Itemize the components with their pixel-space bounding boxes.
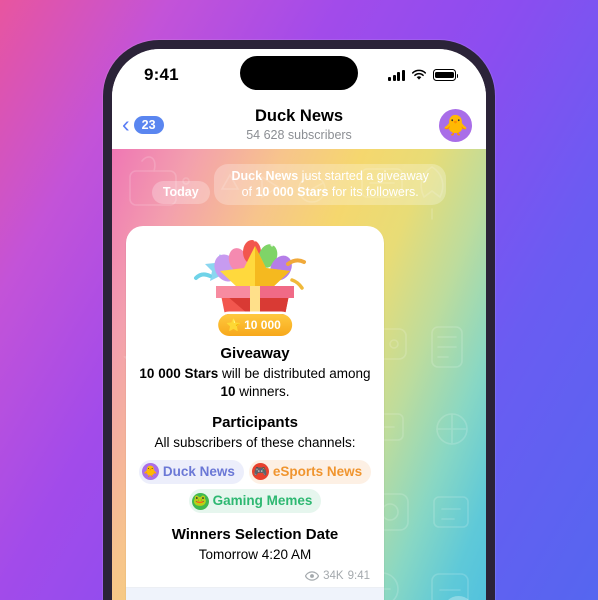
channel-pill[interactable]: 🐸 Gaming Memes	[188, 488, 322, 514]
channel-pill-label: eSports News	[272, 463, 363, 479]
giveaway-description: 10 000 Stars will be distributed among 1…	[139, 365, 371, 401]
chevron-left-icon: ‹	[122, 110, 130, 137]
chat-body: Today Duck News just started a giveaway …	[112, 149, 486, 600]
views-count: 34K	[323, 570, 344, 583]
duck-emoji-icon: 🐥	[443, 114, 468, 137]
sent-time: 9:41	[347, 570, 370, 583]
notice-amount: 10 000 Stars	[255, 184, 329, 199]
phone-screen: 9:41 ‹ 23 Duck News 54 628 subscribers 🐥	[112, 49, 486, 600]
learn-more-button[interactable]: LEARN MORE	[126, 587, 384, 600]
winners-section: Winners Selection Date Tomorrow 4:20 AM	[126, 526, 384, 564]
unread-badge: 23	[133, 116, 164, 134]
giveaway-desc-mid: will be distributed among	[218, 366, 371, 381]
channel-title: Duck News	[254, 106, 344, 125]
header-center: Duck News 54 628 subscribers	[112, 107, 486, 143]
channel-pill-label: Duck News	[162, 463, 235, 479]
channel-pill-list: 🐥 Duck News 🎮 eSports News 🐸 Gaming Memes	[126, 459, 384, 514]
winners-date: Tomorrow 4:20 AM	[198, 547, 312, 563]
wifi-icon	[411, 69, 427, 80]
back-button[interactable]: ‹ 23	[122, 110, 164, 137]
signal-bars-icon	[388, 69, 405, 81]
notice-suffix-text: for its followers.	[328, 184, 419, 199]
battery-icon	[433, 69, 459, 81]
service-message-stack: Today Duck News just started a giveaway …	[112, 149, 486, 206]
notice-channel-name: Duck News	[231, 169, 299, 183]
winners-title: Winners Selection Date	[171, 526, 339, 544]
stars-badge-amount: 10 000	[244, 318, 281, 332]
status-bar: 9:41	[112, 49, 486, 101]
channel-avatar-icon: 🐥	[141, 463, 159, 481]
chat-header: ‹ 23 Duck News 54 628 subscribers 🐥	[112, 101, 486, 149]
giveaway-message-bubble[interactable]: ⭐ 10 000 Giveaway 10 000 Stars will be d…	[126, 226, 384, 600]
channel-subtitle: 54 628 subscribers	[246, 127, 352, 142]
channel-pill[interactable]: 🐥 Duck News	[138, 459, 244, 484]
status-time: 9:41	[144, 65, 179, 84]
status-icons	[388, 69, 459, 81]
channel-pill-label: Gaming Memes	[212, 492, 313, 508]
channel-pill[interactable]: 🎮 eSports News	[248, 459, 372, 484]
date-label: Today	[151, 181, 210, 204]
dynamic-island	[240, 56, 358, 90]
message-meta: 34K 9:41	[126, 570, 384, 582]
avatar[interactable]: 🐥	[439, 108, 472, 142]
giveaway-winner-count: 10	[220, 384, 236, 400]
star-icon: ⭐	[226, 318, 242, 332]
eye-icon	[305, 571, 320, 582]
giveaway-details: Giveaway 10 000 Stars will be distribute…	[126, 345, 384, 453]
share-button[interactable]	[443, 596, 474, 600]
giveaway-amount: 10 000 Stars	[139, 366, 219, 381]
giveaway-desc-suffix: winners.	[235, 384, 290, 400]
channel-avatar-icon: 🐸	[191, 492, 209, 510]
stars-badge: ⭐ 10 000	[218, 314, 292, 336]
phone-frame: 9:41 ‹ 23 Duck News 54 628 subscribers 🐥	[103, 40, 495, 600]
participants-subtitle: All subscribers of these channels:	[154, 435, 356, 451]
participants-title: Participants	[212, 414, 298, 432]
giveaway-illustration: ⭐ 10 000	[126, 232, 384, 336]
channel-avatar-icon: 🎮	[251, 463, 269, 481]
giveaway-notice: Duck News just started a giveaway of 10 …	[214, 164, 447, 206]
giveaway-title: Giveaway	[220, 345, 290, 362]
